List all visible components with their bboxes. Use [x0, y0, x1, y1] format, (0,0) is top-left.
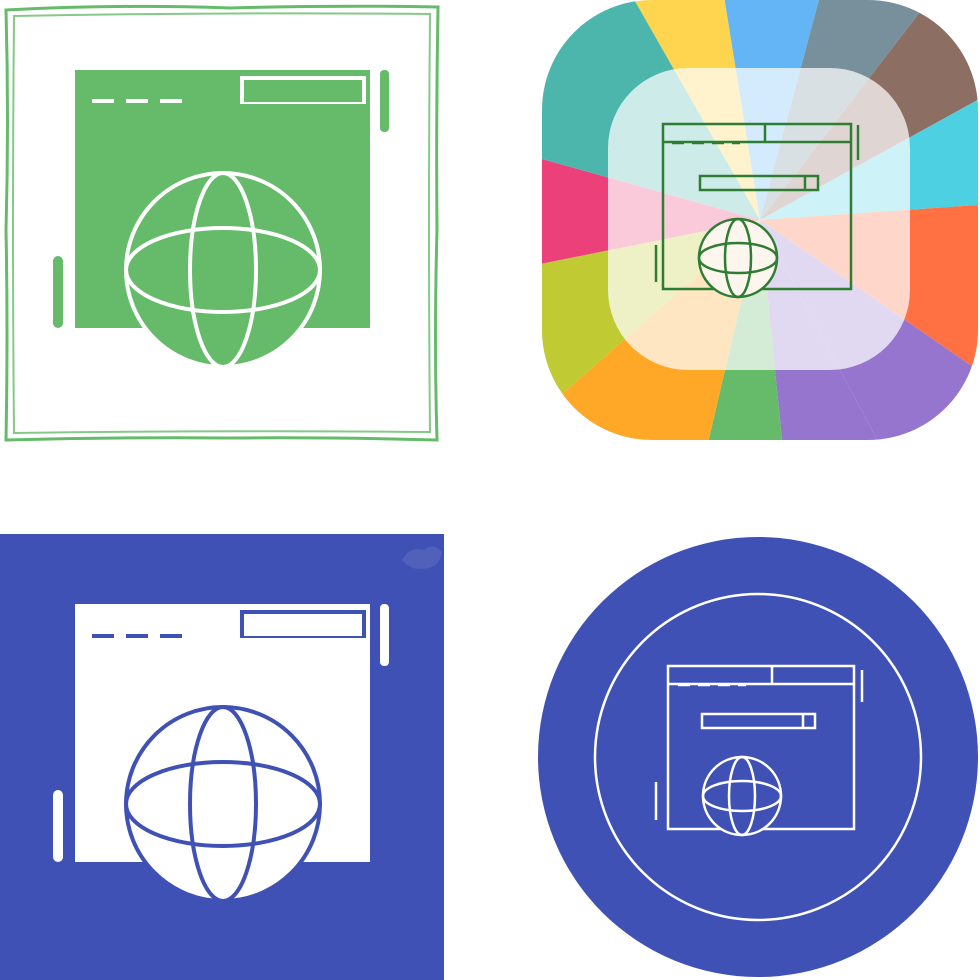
globe-line-icon [701, 755, 783, 837]
scroll-handle-left [53, 790, 63, 862]
browser-globe-glyph-green-tile [0, 0, 490, 490]
globe-line-icon [697, 217, 779, 299]
browser-globe-circle-icon [538, 537, 978, 977]
browser-globe-line-circle-tile [490, 490, 980, 980]
browser-globe-white-icon [0, 534, 444, 980]
blue-circle-background [538, 537, 978, 977]
globe-icon [124, 705, 322, 903]
scroll-handle-right [380, 70, 389, 132]
frosted-inner-panel [608, 68, 910, 370]
browser-globe-multicolor-icon [542, 0, 978, 440]
scroll-handle-left [53, 256, 63, 328]
browser-globe-green-icon [4, 4, 440, 442]
globe-icon [124, 171, 322, 369]
browser-globe-line-multicolor-tile [490, 0, 980, 490]
browser-globe-glyph-blue-tile [0, 490, 490, 980]
scroll-handle-right [380, 604, 389, 666]
